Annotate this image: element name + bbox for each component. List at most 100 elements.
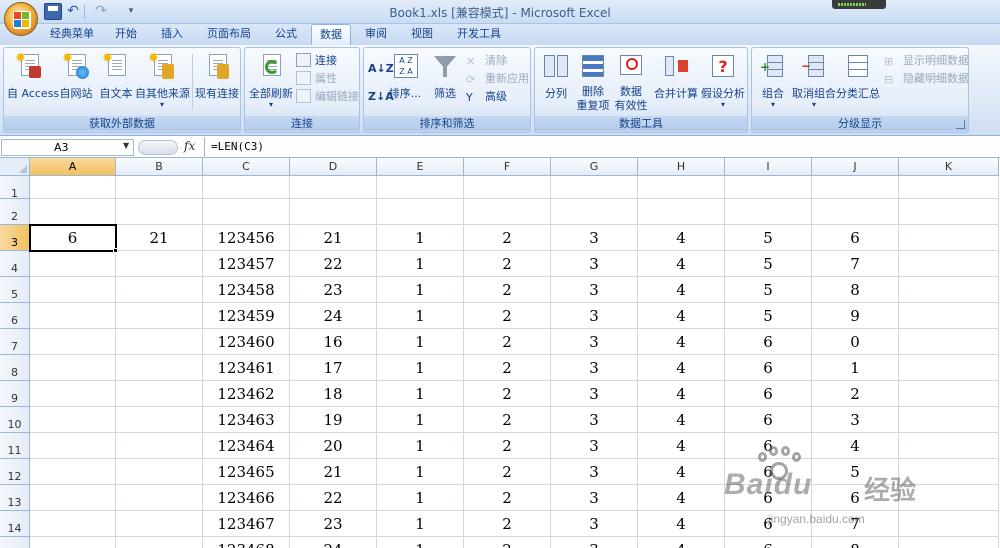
column-header-i[interactable]: I (725, 158, 812, 176)
row-header-8[interactable]: 8 (0, 355, 30, 381)
tab-6[interactable]: 审阅 (356, 24, 396, 45)
cell-k4[interactable] (899, 251, 999, 277)
cell-g14[interactable]: 3 (551, 511, 638, 537)
cell-j13[interactable]: 6 (812, 485, 899, 511)
cell-c15[interactable]: 123468 (203, 537, 290, 548)
cell-c6[interactable]: 123459 (203, 303, 290, 329)
cell-c14[interactable]: 123467 (203, 511, 290, 537)
cell-d6[interactable]: 24 (290, 303, 377, 329)
cell-a4[interactable] (30, 251, 116, 277)
filter-button[interactable]: 筛选 (428, 52, 462, 101)
cell-d14[interactable]: 23 (290, 511, 377, 537)
cell-d12[interactable]: 21 (290, 459, 377, 485)
cell-e9[interactable]: 1 (377, 381, 464, 407)
cell-i12[interactable]: 6 (725, 459, 812, 485)
cell-a11[interactable] (30, 433, 116, 459)
reapply-button[interactable]: ⟳ 重新应用 (466, 70, 529, 87)
consolidate-button[interactable]: 合并计算 (653, 52, 699, 101)
ungroup-button[interactable]: − 取消组合 ▾ (792, 52, 836, 109)
cell-k10[interactable] (899, 407, 999, 433)
cell-c7[interactable]: 123460 (203, 329, 290, 355)
cell-h7[interactable]: 4 (638, 329, 725, 355)
cell-e15[interactable]: 1 (377, 537, 464, 548)
cell-e8[interactable]: 1 (377, 355, 464, 381)
cell-j15[interactable]: 8 (812, 537, 899, 548)
cell-g3[interactable]: 3 (551, 225, 638, 251)
cell-h2[interactable] (638, 199, 725, 225)
show-detail-button[interactable]: ⊞ 显示明细数据 (884, 52, 969, 69)
cell-g1[interactable] (551, 176, 638, 199)
from-text-button[interactable]: ✸ 自文本 (96, 52, 136, 101)
cell-j6[interactable]: 9 (812, 303, 899, 329)
row-header-3[interactable]: 3 (0, 225, 30, 251)
cell-c12[interactable]: 123465 (203, 459, 290, 485)
cell-k8[interactable] (899, 355, 999, 381)
row-header-15[interactable]: 15 (0, 537, 30, 548)
cell-i3[interactable]: 5 (725, 225, 812, 251)
cell-g7[interactable]: 3 (551, 329, 638, 355)
cell-a7[interactable] (30, 329, 116, 355)
connections-button[interactable]: 连接 (296, 52, 337, 69)
cell-h10[interactable]: 4 (638, 407, 725, 433)
row-header-7[interactable]: 7 (0, 329, 30, 355)
cell-i6[interactable]: 5 (725, 303, 812, 329)
cell-f1[interactable] (464, 176, 551, 199)
cell-i10[interactable]: 6 (725, 407, 812, 433)
column-header-g[interactable]: G (551, 158, 638, 176)
cell-c3[interactable]: 123456 (203, 225, 290, 251)
cell-e12[interactable]: 1 (377, 459, 464, 485)
cell-e10[interactable]: 1 (377, 407, 464, 433)
from-access-button[interactable]: ✸ 自 Access (7, 52, 59, 101)
row-header-11[interactable]: 11 (0, 433, 30, 459)
hide-detail-button[interactable]: ⊟ 隐藏明细数据 (884, 70, 969, 87)
cell-f14[interactable]: 2 (464, 511, 551, 537)
cell-i7[interactable]: 6 (725, 329, 812, 355)
column-header-c[interactable]: C (203, 158, 290, 176)
cell-h9[interactable]: 4 (638, 381, 725, 407)
cell-k9[interactable] (899, 381, 999, 407)
column-header-h[interactable]: H (638, 158, 725, 176)
cell-e14[interactable]: 1 (377, 511, 464, 537)
formula-input[interactable]: =LEN(C3) (204, 137, 1000, 157)
cell-h4[interactable]: 4 (638, 251, 725, 277)
cell-c5[interactable]: 123458 (203, 277, 290, 303)
cell-b4[interactable] (116, 251, 203, 277)
subtotal-button[interactable]: 分类汇总 (836, 52, 880, 101)
cell-c2[interactable] (203, 199, 290, 225)
cell-i14[interactable]: 6 (725, 511, 812, 537)
from-web-button[interactable]: ✸ 自网站 (56, 52, 96, 101)
cell-a9[interactable] (30, 381, 116, 407)
cell-j7[interactable]: 0 (812, 329, 899, 355)
cell-f3[interactable]: 2 (464, 225, 551, 251)
cell-k6[interactable] (899, 303, 999, 329)
edit-links-button[interactable]: 编辑链接 (296, 88, 359, 105)
what-if-analysis-button[interactable]: ? 假设分析 ▾ (701, 52, 745, 109)
cell-k3[interactable] (899, 225, 999, 251)
cell-b10[interactable] (116, 407, 203, 433)
cell-i4[interactable]: 5 (725, 251, 812, 277)
cell-k1[interactable] (899, 176, 999, 199)
cell-d8[interactable]: 17 (290, 355, 377, 381)
cell-h15[interactable]: 4 (638, 537, 725, 548)
cell-k13[interactable] (899, 485, 999, 511)
cell-j4[interactable]: 7 (812, 251, 899, 277)
row-header-4[interactable]: 4 (0, 251, 30, 277)
cell-d15[interactable]: 24 (290, 537, 377, 548)
cell-b2[interactable] (116, 199, 203, 225)
cell-g8[interactable]: 3 (551, 355, 638, 381)
cell-c4[interactable]: 123457 (203, 251, 290, 277)
cell-h5[interactable]: 4 (638, 277, 725, 303)
cell-e13[interactable]: 1 (377, 485, 464, 511)
row-header-5[interactable]: 5 (0, 277, 30, 303)
cell-d11[interactable]: 20 (290, 433, 377, 459)
cell-g13[interactable]: 3 (551, 485, 638, 511)
office-button[interactable] (4, 2, 38, 36)
column-header-j[interactable]: J (812, 158, 899, 176)
row-header-2[interactable]: 2 (0, 199, 30, 225)
tab-0[interactable]: 经典菜单 (40, 24, 104, 45)
cell-f6[interactable]: 2 (464, 303, 551, 329)
refresh-all-button[interactable]: 全部刷新 ▾ (247, 52, 295, 109)
column-header-k[interactable]: K (899, 158, 999, 176)
cell-j11[interactable]: 4 (812, 433, 899, 459)
cell-a6[interactable] (30, 303, 116, 329)
